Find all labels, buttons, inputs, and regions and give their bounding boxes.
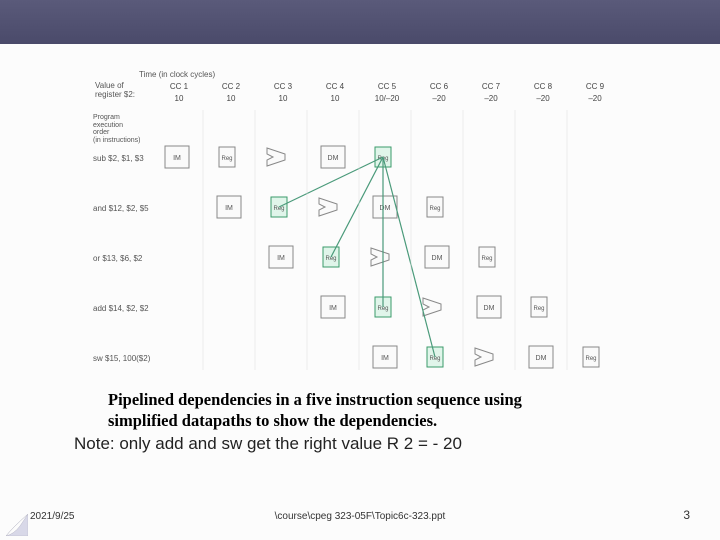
- pipeline-svg: IM Reg DM Reg IM Reg DM Reg IM Reg: [85, 70, 645, 380]
- caption-line-2: simplified datapaths to show the depende…: [108, 411, 437, 430]
- svg-text:IM: IM: [329, 305, 337, 312]
- svg-text:Reg: Reg: [533, 306, 544, 312]
- svg-text:IM: IM: [173, 155, 181, 162]
- note-text: Note: only add and sw get the right valu…: [74, 434, 462, 454]
- slide-header-bar: [0, 0, 720, 44]
- caption-line-1: Pipelined dependencies in a five instruc…: [108, 390, 522, 409]
- svg-text:IM: IM: [277, 255, 285, 262]
- figure-caption: Pipelined dependencies in a five instruc…: [108, 390, 648, 431]
- svg-text:DM: DM: [380, 205, 391, 212]
- svg-text:DM: DM: [432, 255, 443, 262]
- footer-path: \course\cpeg 323-05F\Topic6c-323.ppt: [0, 511, 720, 522]
- svg-text:DM: DM: [484, 305, 495, 312]
- svg-text:DM: DM: [536, 355, 547, 362]
- footer-page-number: 3: [683, 508, 690, 522]
- pipeline-diagram: Time (in clock cycles) Value of register…: [85, 70, 645, 380]
- svg-text:Reg: Reg: [481, 256, 492, 262]
- svg-text:Reg: Reg: [429, 206, 440, 212]
- svg-text:Reg: Reg: [585, 356, 596, 362]
- svg-text:IM: IM: [225, 205, 233, 212]
- page-curl-icon: [6, 514, 28, 536]
- svg-text:IM: IM: [381, 355, 389, 362]
- svg-text:DM: DM: [328, 155, 339, 162]
- svg-text:Reg: Reg: [221, 156, 232, 162]
